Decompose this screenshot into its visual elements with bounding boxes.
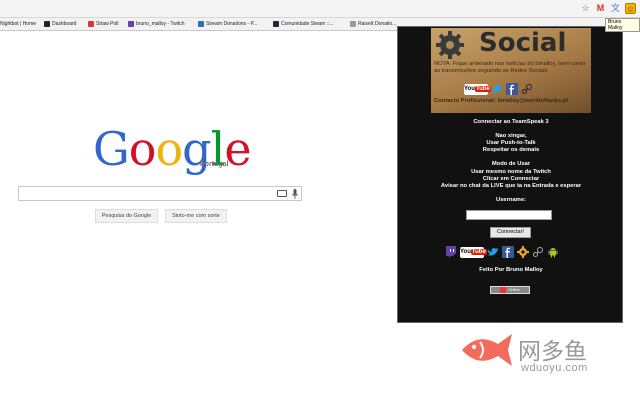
twitter-icon[interactable]: [487, 246, 499, 258]
facebook-icon[interactable]: [506, 83, 518, 95]
social-icons-row: YouTube: [445, 246, 559, 258]
bookmark-dashboard[interactable]: Dashboard: [44, 21, 76, 27]
twitch-icon[interactable]: [445, 246, 457, 258]
mode-line: Clicar em Connectar: [482, 176, 540, 182]
twitch-icon: [128, 21, 134, 27]
google-region-label: Portugal: [200, 161, 229, 168]
banner-note: NOTA: Fique antenado nas notícias do bma…: [434, 61, 586, 74]
microphone-icon[interactable]: [292, 189, 298, 199]
gmail-icon[interactable]: M: [595, 3, 606, 14]
bookmark-nightbot[interactable]: Nightbot | Home: [0, 21, 36, 27]
banner-social-icons: YouTube: [464, 83, 533, 95]
footer-credit: Feito Por Bruno Malloy: [479, 267, 543, 273]
bookmark-label: RaiseIt Donatio...: [358, 21, 397, 27]
counter-icon: [500, 287, 507, 293]
steam-icon[interactable]: [532, 246, 544, 258]
social-banner: Social NOTA: Fique antenado nas notícias…: [431, 28, 591, 113]
screenshot-root: ☆ M 文 ☺ Bruno Malloy Nightbot | Home Das…: [0, 0, 640, 400]
strawpoll-icon: [88, 21, 94, 27]
steam-icon[interactable]: [521, 83, 533, 95]
counter-text: Online: [508, 287, 520, 292]
bookmark-strawpoll[interactable]: Straw Poll: [88, 21, 119, 27]
extension-tooltip: Bruno Malloy: [605, 18, 640, 32]
bookmark-label: Nightbot | Home: [0, 21, 37, 27]
banner-title: Social: [479, 28, 567, 58]
android-icon[interactable]: [547, 246, 559, 258]
mode-line: Usar mesmo nome da Twitch: [471, 169, 551, 175]
rule-line: Respeitar os demais: [482, 147, 540, 153]
bookmark-raiseit[interactable]: RaiseIt Donatio...: [350, 21, 396, 27]
facebook-icon[interactable]: [502, 246, 514, 258]
rule-line: Usar Push-to-Talk: [486, 140, 536, 146]
google-search-button[interactable]: Pesquisa do Google: [95, 209, 158, 223]
translate-icon[interactable]: 文: [610, 3, 621, 14]
bookmark-label: Stream Donations - P...: [206, 21, 258, 27]
extension-icons: ☆ M 文 ☺: [580, 3, 636, 14]
bookmark-label: Straw Poll: [96, 21, 119, 27]
connect-title: Connectar ao TeamSpeak 3: [473, 119, 549, 125]
dashboard-icon: [44, 21, 50, 27]
bookmark-twitch[interactable]: bruno_malloy - Twitch: [128, 21, 185, 27]
star-icon[interactable]: ☆: [580, 3, 591, 14]
google-search-input[interactable]: [18, 186, 302, 201]
bookmark-stream-donations[interactable]: Stream Donations - P...: [198, 21, 257, 27]
online-counter: Online: [490, 286, 530, 294]
streamdonations-icon: [198, 21, 204, 27]
mode-line: Modo de Usar: [491, 161, 531, 167]
bookmark-steam[interactable]: Comunidade Steam ::...: [273, 21, 334, 27]
gear-icon[interactable]: [517, 246, 529, 258]
feeling-lucky-button[interactable]: Sinto-me com sorte: [165, 209, 227, 223]
username-label: Username:: [496, 197, 526, 203]
youtube-icon[interactable]: YouTube: [460, 246, 487, 258]
browser-toolbar: ☆ M 文 ☺: [0, 0, 640, 18]
youtube-icon[interactable]: YouTube: [464, 83, 491, 95]
username-input[interactable]: [466, 210, 552, 220]
rule-line: Nao xingar,: [495, 133, 527, 139]
teamspeak-popup: Social NOTA: Fique antenado nas notícias…: [397, 26, 623, 323]
bookmark-label: Comunidade Steam ::...: [281, 21, 334, 27]
gear-icon: [436, 31, 464, 59]
raiseit-icon: [350, 21, 356, 27]
mode-line: Avisar no chat da LIVE que ta na Entrada…: [440, 183, 582, 189]
watermark-text: 网多鱼: [518, 339, 587, 365]
watermark-fish-icon: [462, 334, 512, 366]
bookmark-label: bruno_malloy - Twitch: [136, 21, 185, 27]
steam-icon: [273, 21, 279, 27]
watermark-url: wduoyu.com: [521, 362, 588, 374]
twitter-icon[interactable]: [491, 83, 503, 95]
banner-contact: Contacto Profissional: bmalloy@worldofta…: [434, 98, 569, 104]
connect-button[interactable]: Connectar!: [490, 227, 531, 238]
bookmark-label: Dashboard: [52, 21, 77, 27]
teamspeak-extension-icon[interactable]: ☺: [625, 3, 636, 14]
keyboard-icon[interactable]: [277, 190, 287, 197]
